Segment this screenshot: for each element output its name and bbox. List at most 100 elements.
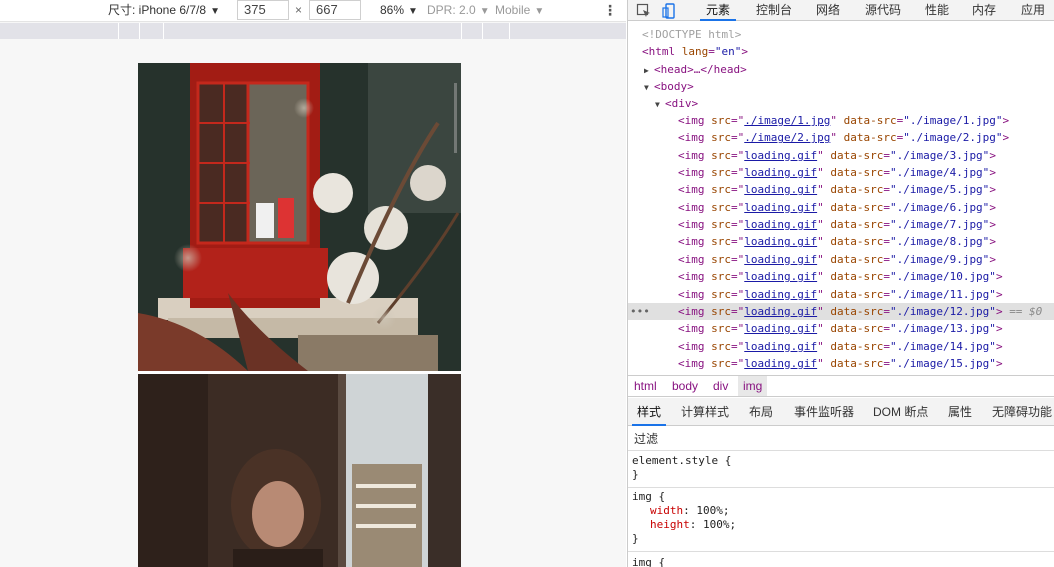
tab-memory[interactable]: 内存 [972,0,996,21]
data-src-value: "./image/3.jpg" [889,148,990,162]
lazy-image-1 [138,63,461,371]
tab-performance[interactable]: 性能 [925,0,949,21]
device-toolbar: 尺寸: iPhone 6/7/8 ▼ 375 × 667 86% ▼ DPR: 2.… [0,0,626,22]
tab-elements[interactable]: 元素 [700,0,737,21]
filter-input[interactable]: 过滤 [634,430,834,448]
data-src-value: "./image/14.jpg" [889,339,996,353]
src-link[interactable]: loading.gif [744,166,817,179]
data-src-attr: data-src [830,252,884,266]
tab-console[interactable]: 控制台 [756,0,792,21]
img-node[interactable]: <img src="loading.gif" data-src="./image… [628,286,1054,303]
console-ref-marker: == $0 [1009,304,1043,318]
img-open-tag: <img [678,356,705,370]
src-link[interactable]: loading.gif [744,201,817,214]
device-select[interactable]: 尺寸: iPhone 6/7/8 ▼ [108,0,220,22]
src-link[interactable]: loading.gif [744,235,817,248]
tab-computed[interactable]: 计算样式 [681,398,729,426]
prop-value[interactable]: 100%; [703,518,736,531]
src-link[interactable]: loading.gif [744,149,817,162]
media-query-ruler [0,23,626,39]
zoom-select[interactable]: 86% ▼ [380,0,418,22]
head-node[interactable]: ▶ <head>…</head> [628,61,1054,78]
tab-layout[interactable]: 布局 [749,398,773,426]
data-src-attr: data-src [830,235,884,249]
src-link[interactable]: loading.gif [744,218,817,231]
div-node[interactable]: ▼ <div> [628,95,1054,112]
img-node[interactable]: <img src="loading.gif" data-src="./image… [628,338,1054,355]
tag-close: > [989,235,996,249]
src-attr: src [711,183,731,197]
dpr-select[interactable]: DPR: 2.0 ▼ [427,0,490,22]
tab-properties[interactable]: 属性 [948,398,972,426]
prop-name[interactable]: width [632,504,683,517]
img-open-tag: <img [678,183,705,197]
src-link[interactable]: loading.gif [744,305,817,318]
tab-application[interactable]: 应用 [1021,0,1045,21]
tab-dom-breakpoints[interactable]: DOM 断点 [873,398,928,426]
src-attr: src [711,304,731,318]
html-node[interactable]: <html lang="en"> [628,43,1054,60]
kebab-menu-icon[interactable]: ⋮ [603,0,617,22]
tab-accessibility[interactable]: 无障碍功能 [992,398,1052,426]
src-link[interactable]: ./image/1.jpg [744,114,830,127]
src-attr: src [711,252,731,266]
prop-value[interactable]: 100%; [696,504,729,517]
src-link[interactable]: loading.gif [744,288,817,301]
crumb-html[interactable]: html [634,376,657,396]
src-link[interactable]: loading.gif [744,183,817,196]
img-node[interactable]: <img src="loading.gif" data-src="./image… [628,164,1054,181]
height-input[interactable]: 667 [309,0,361,20]
body-node[interactable]: ▼ <body> [628,78,1054,95]
src-link[interactable]: loading.gif [744,322,817,335]
caret-down-icon: ▼ [210,6,220,17]
img-node[interactable]: <img src="loading.gif" data-src="./image… [628,199,1054,216]
img-selector: img { [632,490,666,503]
img-node[interactable]: <img src="loading.gif" data-src="./image… [628,251,1054,268]
tab-styles[interactable]: 样式 [632,398,667,426]
img-node[interactable]: <img src="loading.gif" data-src="./image… [628,147,1054,164]
img-node[interactable]: <img src="./image/2.jpg" data-src="./ima… [628,129,1054,146]
img-node[interactable]: <img src="loading.gif" data-src="./image… [628,216,1054,233]
device-viewport[interactable] [138,63,461,567]
data-src-attr: data-src [843,114,897,127]
img-node[interactable]: <img src="loading.gif" data-src="./image… [628,233,1054,250]
mode-select[interactable]: Mobile ▼ [495,0,544,22]
src-link[interactable]: loading.gif [744,270,817,283]
collapse-arrow-icon[interactable]: ▼ [644,79,654,96]
src-link[interactable]: loading.gif [744,340,817,353]
width-input[interactable]: 375 [237,0,289,20]
crumb-img[interactable]: img [738,376,768,396]
crumb-body[interactable]: body [672,376,698,396]
img-rule-2[interactable]: img { [628,556,1054,567]
src-link[interactable]: loading.gif [744,357,817,370]
data-src-value: "./image/8.jpg" [889,235,990,249]
crumb-div[interactable]: div [713,376,728,396]
collapse-arrow-icon[interactable]: ▼ [655,96,665,113]
tab-sources[interactable]: 源代码 [865,0,901,21]
tab-event-listeners[interactable]: 事件监听器 [794,398,854,426]
styles-pane: element.style { } img { width: 100%; hei… [628,452,1054,567]
expand-arrow-icon[interactable]: ▶ [644,62,654,79]
device-toggle-icon[interactable] [662,0,678,21]
inspect-element-icon[interactable] [636,0,652,21]
img-node[interactable]: <img src="loading.gif" data-src="./image… [628,320,1054,337]
src-link[interactable]: loading.gif [744,253,817,266]
tag-close: > [989,218,996,232]
data-src-attr: data-src [830,183,884,197]
data-src-attr: data-src [830,339,884,353]
src-link[interactable]: ./image/2.jpg [744,131,830,144]
img-node[interactable]: <img src="loading.gif" data-src="./image… [628,355,1054,372]
element-style-rule[interactable]: element.style { } [628,454,1054,488]
img-node[interactable]: <img src="loading.gif" data-src="./image… [628,181,1054,198]
img-node[interactable]: <img src="./image/1.jpg" data-src="./ima… [628,112,1054,129]
img-node[interactable]: ••• <img src="loading.gif" data-src="./im… [628,302,1054,320]
prop-name[interactable]: height [632,518,690,531]
device-emulation-pane: 尺寸: iPhone 6/7/8 ▼ 375 × 667 86% ▼ DPR: 2.… [0,0,626,567]
img-rule[interactable]: img { width: 100%; height: 100%; } [628,490,1054,552]
src-attr: src [711,287,731,301]
img-node[interactable]: <img src="loading.gif" data-src="./image… [628,268,1054,285]
tag-close: > [995,304,1003,318]
more-dots-icon[interactable]: ••• [630,303,650,320]
doctype-node[interactable]: <!DOCTYPE html> [628,26,1054,43]
tab-network[interactable]: 网络 [816,0,840,21]
